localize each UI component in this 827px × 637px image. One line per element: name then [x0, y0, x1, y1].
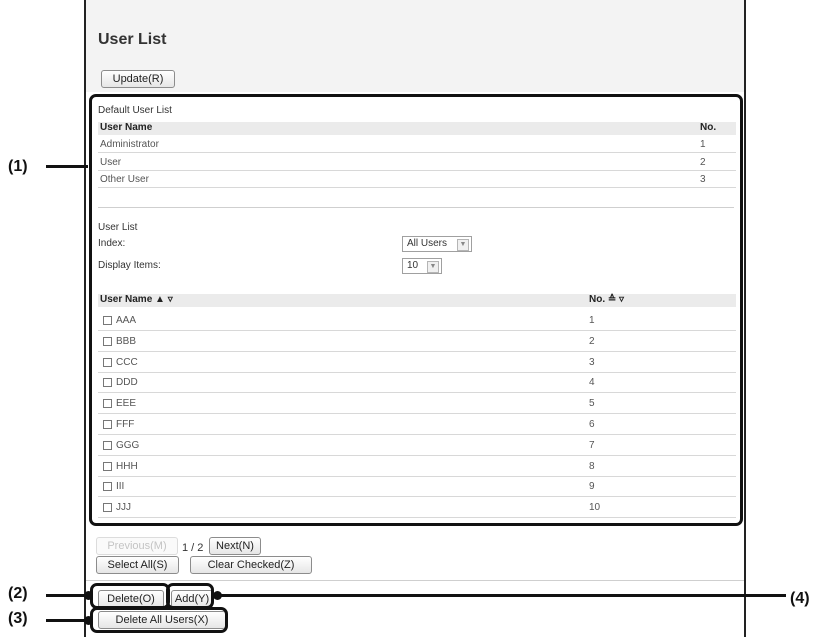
select-all-button[interactable]: Select All(S) [96, 556, 179, 574]
callout-4-leader [220, 594, 786, 597]
update-button[interactable]: Update(R) [101, 70, 175, 88]
callout-3-frame [90, 607, 228, 633]
header-band [86, 0, 744, 92]
callout-2-leader [46, 594, 86, 597]
page-info: 1 / 2 [182, 542, 204, 554]
next-button[interactable]: Next(N) [209, 537, 261, 555]
callout-3-dot [84, 616, 93, 625]
actions-divider [86, 580, 744, 581]
callout-2-label: (2) [8, 585, 28, 602]
callout-2-frame [90, 583, 170, 609]
page-title: User List [98, 31, 167, 48]
callout-3-leader [46, 619, 86, 622]
callout-3-label: (3) [8, 610, 28, 627]
previous-button[interactable]: Previous(M) [96, 537, 178, 555]
callout-4-frame [166, 583, 214, 609]
clear-checked-button[interactable]: Clear Checked(Z) [190, 556, 312, 574]
callout-1-label: (1) [8, 158, 28, 175]
callout-2-dot [84, 591, 93, 600]
callout-1-leader [46, 165, 88, 168]
callout-1-frame [89, 94, 743, 526]
callout-4-label: (4) [790, 590, 810, 607]
